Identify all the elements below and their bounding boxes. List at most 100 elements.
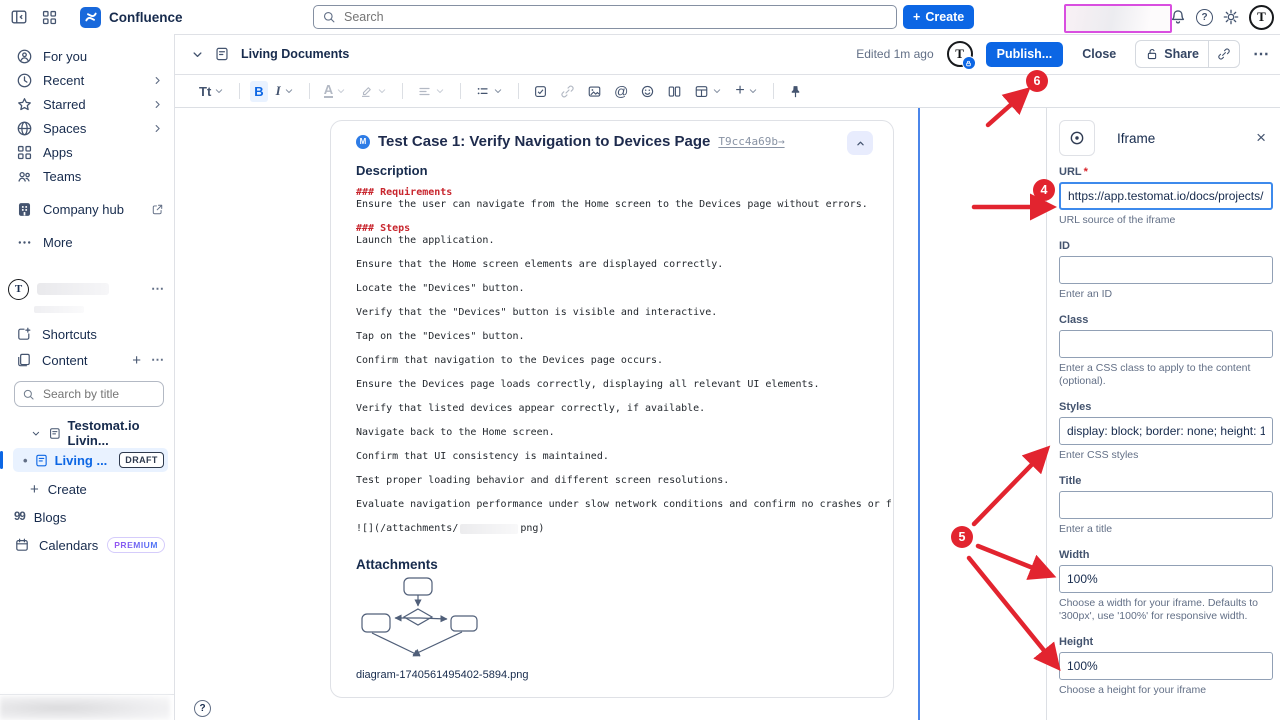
external-link-icon xyxy=(151,203,164,216)
clock-icon xyxy=(16,72,33,89)
panel-fields: URL* URL source of the iframe ID Enter a… xyxy=(1059,166,1272,697)
pin-toolbar-button[interactable] xyxy=(784,81,807,102)
sidebar-item-blogs[interactable]: 99 Blogs xyxy=(0,505,174,529)
macro-settings-button[interactable] xyxy=(1059,120,1095,156)
target-icon xyxy=(1068,129,1086,147)
field-helper: URL source of the iframe xyxy=(1059,214,1269,227)
text-color-button[interactable]: A xyxy=(320,81,351,101)
sidebar-toggle-icon[interactable] xyxy=(6,4,32,30)
collaborator-avatar[interactable]: T xyxy=(947,41,973,67)
help-icon[interactable]: ? xyxy=(1196,9,1213,26)
layouts-button[interactable] xyxy=(663,81,686,102)
highlight-button[interactable] xyxy=(355,81,392,102)
field-input[interactable] xyxy=(1059,256,1273,284)
plus-icon: + xyxy=(735,82,744,100)
code-line: Verify that the "Devices" button is visi… xyxy=(356,307,873,319)
sidebar-item-calendars[interactable]: Calendars PREMIUM xyxy=(0,533,174,557)
task-button[interactable] xyxy=(529,81,552,102)
tree-create-button[interactable]: + Create xyxy=(0,477,174,501)
code-line: Ensure the Devices page loads correctly,… xyxy=(356,379,873,391)
confluence-logo-icon[interactable] xyxy=(80,7,101,28)
link-icon xyxy=(1217,47,1231,61)
create-button[interactable]: +Create xyxy=(903,5,974,29)
chevron-down-icon[interactable] xyxy=(30,427,42,440)
copy-link-button[interactable] xyxy=(1209,41,1239,67)
title-search[interactable] xyxy=(14,381,164,407)
title-search-input[interactable] xyxy=(41,386,145,402)
code-block[interactable]: ### RequirementsEnsure the user can navi… xyxy=(356,187,873,511)
sidebar-nav-item[interactable]: Apps xyxy=(0,140,174,164)
content-more-button[interactable]: ⋯ xyxy=(151,352,164,368)
code-line: Ensure the user can navigate from the Ho… xyxy=(356,199,873,211)
left-sidebar: For you Recent Starred Spaces xyxy=(0,34,175,720)
plus-icon: + xyxy=(30,481,39,498)
chevron-down-icon[interactable] xyxy=(190,47,205,62)
align-button[interactable] xyxy=(413,81,450,102)
image-icon xyxy=(587,84,602,99)
text-style-button[interactable]: Tt xyxy=(195,81,229,102)
attachment-markdown-line: ![](/attachments/png) xyxy=(356,523,873,534)
italic-button[interactable]: I xyxy=(272,80,299,102)
editor-help-icon[interactable]: ? xyxy=(194,700,211,717)
insert-more-button[interactable]: + xyxy=(731,79,762,103)
sidebar-nav-item[interactable]: Spaces xyxy=(0,116,174,140)
sidebar-item-content[interactable]: Content + ⋯ xyxy=(0,347,174,373)
sidebar-nav-item[interactable]: For you xyxy=(0,44,174,68)
insert-link-button[interactable] xyxy=(556,81,579,102)
close-button[interactable]: Close xyxy=(1076,47,1122,61)
field-helper: Choose a width for your iframe. Defaults… xyxy=(1059,597,1269,623)
app-switcher-icon[interactable] xyxy=(36,4,62,30)
field-input[interactable] xyxy=(1059,652,1273,680)
bold-button[interactable]: B xyxy=(250,81,267,102)
emoji-button[interactable] xyxy=(636,81,659,102)
field-input[interactable] xyxy=(1059,182,1273,210)
global-search[interactable] xyxy=(313,5,897,29)
field-helper: Choose a height for your iframe xyxy=(1059,684,1269,697)
editor-selection-guide xyxy=(918,108,920,720)
sidebar-nav-item[interactable]: Recent xyxy=(0,68,174,92)
form-field: Width Choose a width for your iframe. De… xyxy=(1059,549,1272,623)
share-button[interactable]: Share xyxy=(1136,41,1208,67)
search-input[interactable] xyxy=(342,9,888,25)
more-actions-button[interactable]: ⋯ xyxy=(1253,44,1270,64)
field-input[interactable] xyxy=(1059,417,1273,445)
bell-icon[interactable] xyxy=(1169,8,1187,26)
user-avatar[interactable]: T xyxy=(1249,5,1274,30)
code-line xyxy=(356,439,873,451)
premium-badge: PREMIUM xyxy=(107,537,165,553)
attachment-diagram-image[interactable] xyxy=(359,576,489,662)
code-line xyxy=(356,247,873,259)
tree-item-selected[interactable]: • Living ... DRAFT xyxy=(13,448,168,472)
search-icon xyxy=(22,388,35,401)
field-helper: Enter a CSS class to apply to the conten… xyxy=(1059,362,1269,388)
field-input[interactable] xyxy=(1059,565,1273,593)
field-input[interactable] xyxy=(1059,330,1273,358)
code-line: Evaluate navigation performance under sl… xyxy=(356,499,873,511)
mention-button[interactable]: @ xyxy=(610,80,632,102)
sidebar-nav-item[interactable]: More xyxy=(0,230,174,254)
code-line: Locate the "Devices" button. xyxy=(356,283,873,295)
redacted-bottom-left xyxy=(0,696,170,720)
sidebar-nav-item[interactable]: Company hub xyxy=(0,197,174,221)
tree-item-parent[interactable]: Testomat.io Livin... xyxy=(0,421,174,445)
space-more-button[interactable]: ⋯ xyxy=(151,281,164,297)
gear-icon[interactable] xyxy=(1222,8,1240,26)
code-line xyxy=(356,463,873,475)
table-button[interactable] xyxy=(690,81,727,102)
test-case-link[interactable]: T9cc4a69b→ xyxy=(718,135,784,148)
publish-button[interactable]: Publish... xyxy=(986,42,1064,67)
close-icon[interactable]: × xyxy=(1250,128,1272,148)
chevron-right-icon xyxy=(151,122,164,135)
collapse-button[interactable] xyxy=(847,131,873,155)
form-field: Styles Enter CSS styles xyxy=(1059,401,1272,462)
insert-image-button[interactable] xyxy=(583,81,606,102)
star-icon xyxy=(16,96,33,113)
sidebar-item-shortcuts[interactable]: Shortcuts xyxy=(0,321,174,347)
breadcrumb[interactable]: Living Documents xyxy=(241,47,349,61)
space-header[interactable]: T ⋯ xyxy=(0,276,174,302)
sidebar-nav-item[interactable]: Teams xyxy=(0,164,174,188)
add-content-button[interactable]: + xyxy=(132,352,141,369)
sidebar-nav-item[interactable]: Starred xyxy=(0,92,174,116)
field-input[interactable] xyxy=(1059,491,1273,519)
list-button[interactable] xyxy=(471,81,508,102)
